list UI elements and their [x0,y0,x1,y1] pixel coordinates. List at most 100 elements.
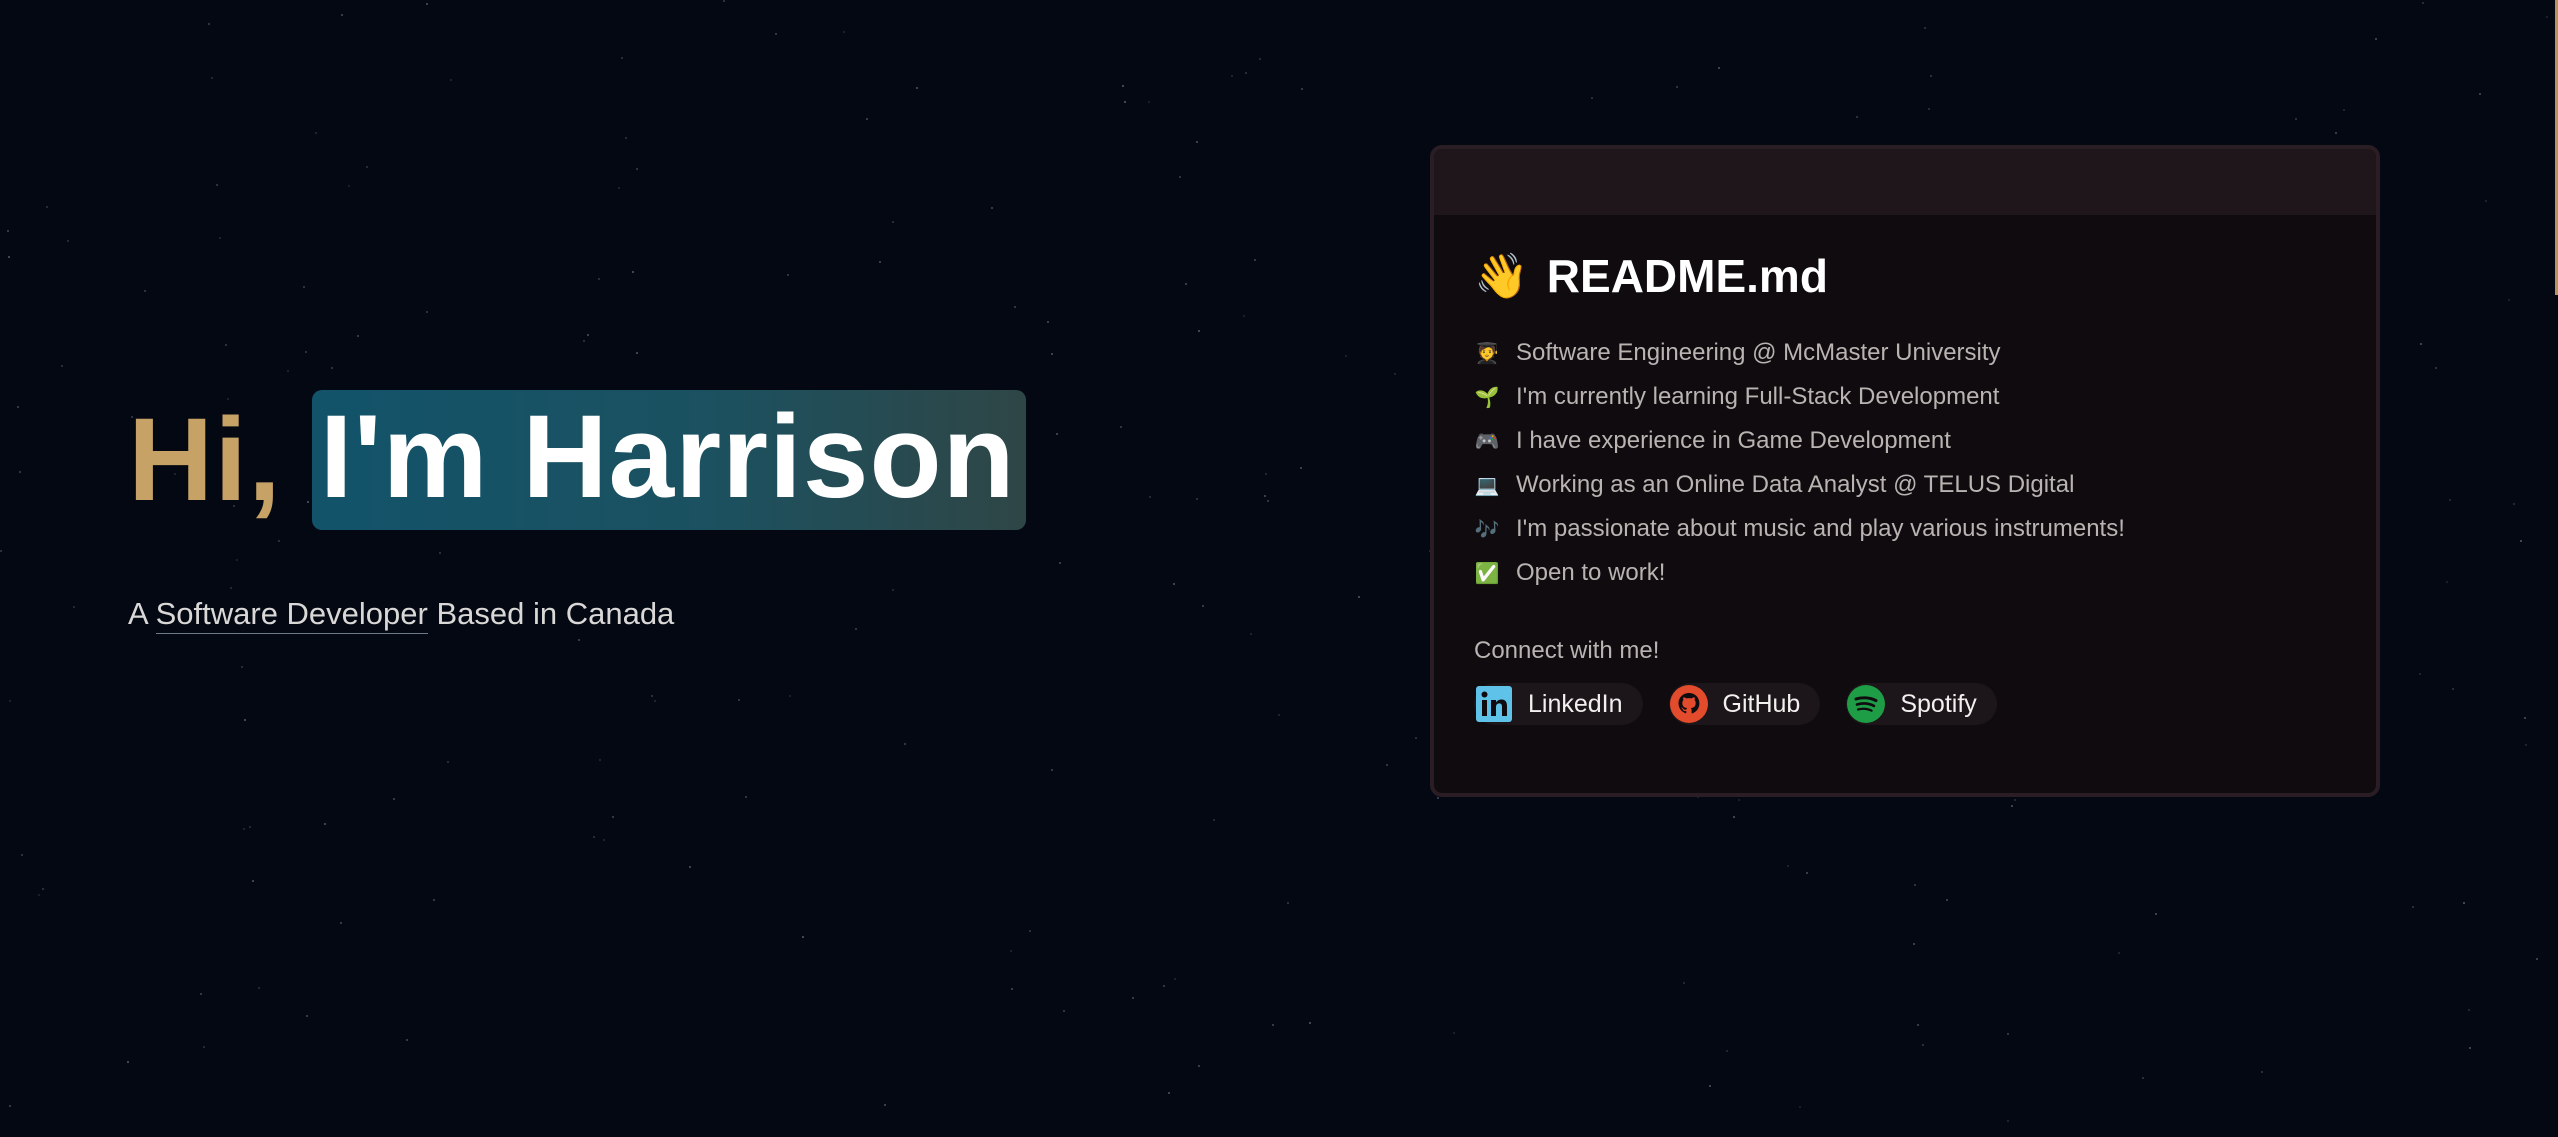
star [0,550,2,552]
readme-line-text: I have experience in Game Development [1516,427,1951,454]
star [287,370,289,372]
linkedin-link[interactable]: LinkedIn [1474,683,1643,725]
star [1011,988,1013,990]
star [2007,1120,2009,1122]
star [1051,353,1053,355]
star [67,240,69,242]
star [1120,426,1122,428]
star [433,899,435,901]
star [1415,737,1417,739]
star [19,471,21,473]
waving-hand-icon: 👋 [1474,252,1529,301]
star [1250,633,1252,635]
readme-line: 🧑‍🎓 Software Engineering @ McMaster Unive… [1474,331,2376,375]
star [243,828,245,830]
star [426,311,428,313]
star [393,798,395,800]
star [2468,1009,2470,1011]
star [1453,1032,1455,1034]
star [61,365,63,367]
star [1059,562,1061,564]
star [1029,930,1031,932]
star [1924,27,1926,29]
star [1806,872,1808,874]
star [1278,714,1280,716]
readme-line: ✅ Open to work! [1474,551,2376,595]
star [216,184,218,186]
hero-name: I'm Harrison [311,390,1026,530]
star [1149,496,1151,498]
star [1259,58,1261,60]
readme-line: 💻 Working as an Online Data Analyst @ TEL… [1474,463,2376,507]
connect-label: Connect with me! [1474,637,1660,664]
hero-subtitle-prefix: A [128,596,156,631]
star [2452,688,2454,690]
star [1922,1044,1924,1046]
star [2118,952,2120,954]
star [789,695,791,697]
star [9,1105,11,1107]
star [1358,596,1360,598]
star [2524,717,2526,719]
star [341,14,343,16]
star [1047,321,1049,323]
star [2546,16,2548,18]
star [1124,101,1126,103]
star [7,230,9,232]
star [802,936,804,938]
star [603,839,605,841]
student-icon: 🧑‍🎓 [1474,342,1500,365]
star [1267,500,1269,502]
star [625,137,627,139]
github-link[interactable]: GitHub [1668,683,1821,725]
star [578,639,580,641]
star [348,185,350,187]
star [127,1061,129,1063]
star [884,1104,886,1106]
star [1056,433,1058,435]
star [991,207,993,209]
star [447,761,449,763]
star [331,367,333,369]
readme-line: 🌱 I'm currently learning Full-Stack Devel… [1474,375,2376,419]
readme-list: 🧑‍🎓 Software Engineering @ McMaster Unive… [1474,331,2376,595]
readme-line-text: Open to work! [1516,559,1666,586]
star [1718,67,1720,69]
star [1168,1092,1170,1094]
spotify-link[interactable]: Spotify [1846,683,1997,725]
star [599,759,601,761]
readme-line: 🎶 I'm passionate about music and play var… [1474,507,2376,551]
star [1437,797,1439,799]
star [1917,1024,1919,1026]
readme-line-text: Working as an Online Data Analyst @ TELU… [1516,471,2075,498]
star [1394,373,1396,375]
linkedin-icon [1474,684,1514,724]
star [1243,315,1245,317]
star [2295,118,2297,120]
page: Hi, I'm Harrison A Software Developer Ba… [0,0,2558,1137]
hero-title: Hi, I'm Harrison [128,390,1026,530]
star [2479,93,2481,95]
star [241,666,243,668]
star [1196,141,1198,143]
star [252,880,254,882]
star [1914,884,1916,886]
star [21,854,23,856]
hero-subtitle: A Software Developer Based in Canada [128,596,1026,634]
star [303,286,305,288]
star [745,796,747,798]
star [1676,86,1678,88]
star [249,826,251,828]
star [598,278,600,280]
star [879,261,881,263]
star [1122,85,1124,87]
star [324,823,326,825]
star [892,221,894,223]
star [1198,330,1200,332]
check-mark-icon: ✅ [1474,562,1500,585]
star [357,335,359,337]
readme-line-text: Software Engineering @ McMaster Universi… [1516,339,2001,366]
linkedin-label: LinkedIn [1528,689,1623,718]
star [2525,744,2527,746]
star [651,695,653,697]
